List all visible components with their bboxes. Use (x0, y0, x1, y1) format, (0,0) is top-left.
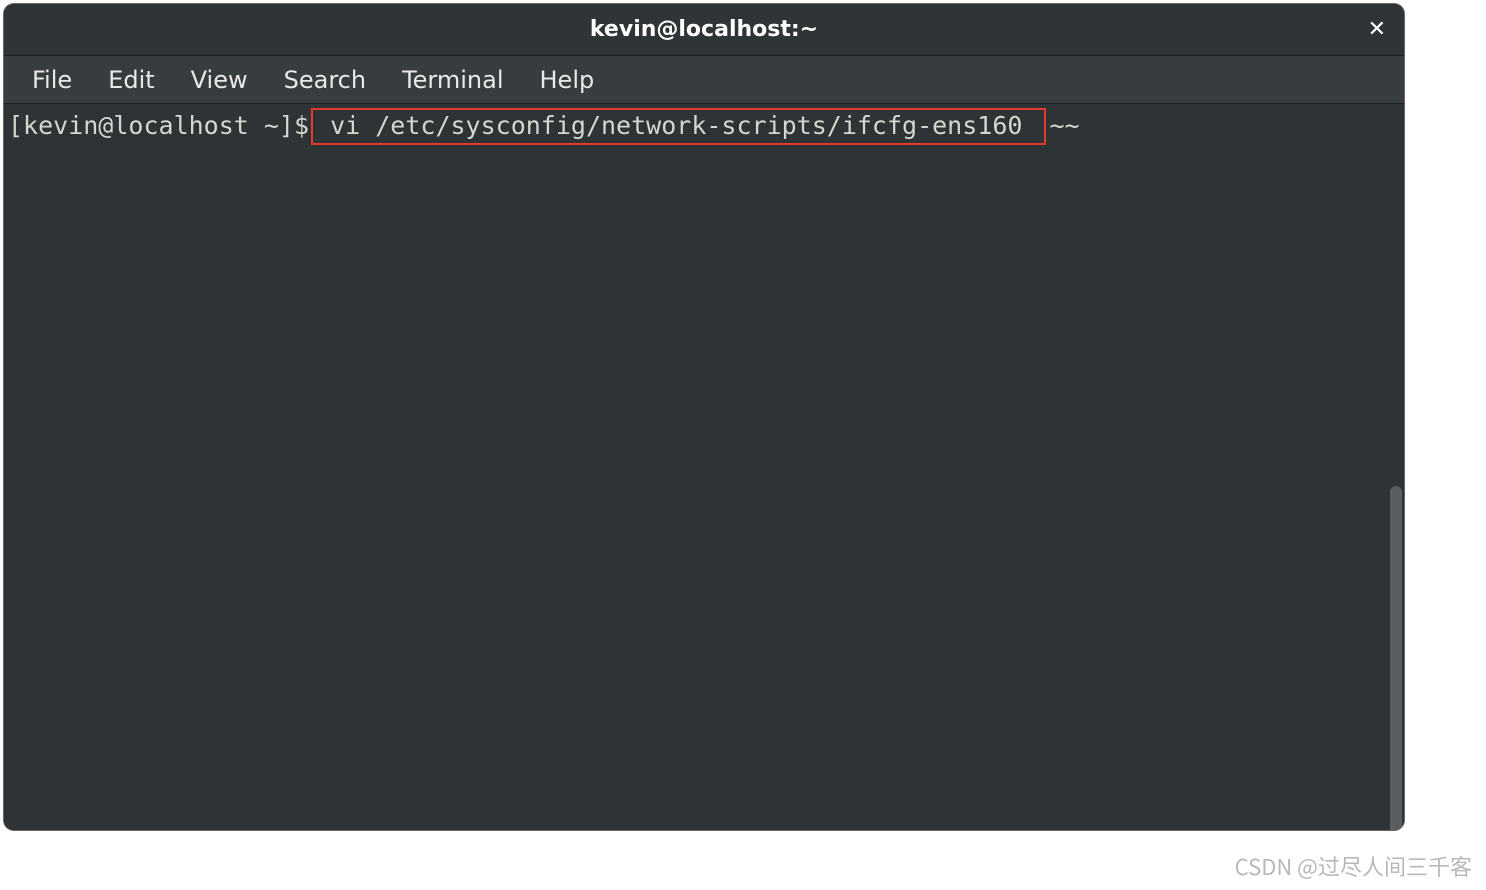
terminal-line: [kevin@localhost ~]$ vi /etc/sysconfig/n… (8, 108, 1400, 145)
close-icon[interactable]: ✕ (1368, 19, 1386, 41)
shell-prompt: [kevin@localhost ~]$ (8, 110, 309, 143)
menu-help[interactable]: Help (522, 60, 613, 100)
menu-edit[interactable]: Edit (90, 60, 172, 100)
command-highlight: vi /etc/sysconfig/network-scripts/ifcfg-… (311, 108, 1045, 145)
menu-search[interactable]: Search (266, 60, 384, 100)
terminal-body[interactable]: [kevin@localhost ~]$ vi /etc/sysconfig/n… (4, 104, 1404, 830)
menu-view[interactable]: View (173, 60, 266, 100)
menu-terminal[interactable]: Terminal (384, 60, 521, 100)
scrollbar-thumb[interactable] (1390, 486, 1402, 830)
trailing-tildes: ~~ (1050, 110, 1080, 143)
terminal-window: kevin@localhost:~ ✕ File Edit View Searc… (4, 4, 1404, 830)
menu-file[interactable]: File (14, 60, 90, 100)
watermark-text: CSDN @过尽人间三千客 (1235, 850, 1472, 882)
window-title: kevin@localhost:~ (590, 17, 818, 42)
command-text: vi /etc/sysconfig/network-scripts/ifcfg-… (315, 111, 1037, 140)
titlebar[interactable]: kevin@localhost:~ ✕ (4, 4, 1404, 56)
menubar: File Edit View Search Terminal Help (4, 56, 1404, 104)
